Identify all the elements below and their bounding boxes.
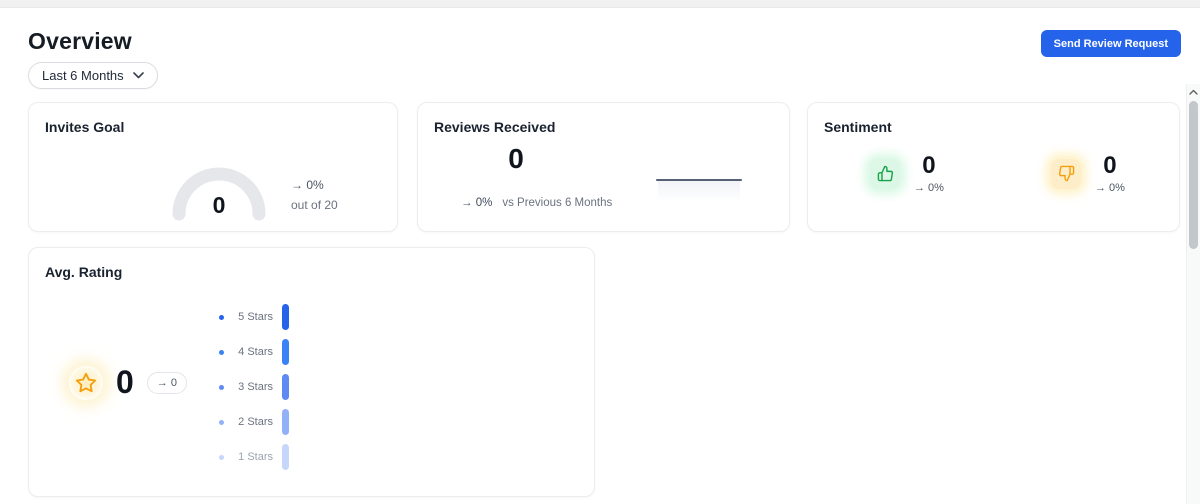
top-strip [0, 0, 1200, 8]
overview-page: Overview Last 6 Months Send Review Reque… [0, 0, 1200, 504]
reviews-received-card: Reviews Received 0 → 0% vs Previous 6 Mo… [417, 102, 790, 232]
reviews-sparkline-chart [656, 179, 742, 201]
avg-rating-stat: 0 → 0 [69, 364, 187, 401]
sentiment-negative-stats: 0 → 0% [1095, 152, 1125, 195]
sentiment-negative-change: → 0% [1095, 182, 1125, 195]
avg-rating-card: Avg. Rating 0 → 0 5 Stars 4 Stars 3 Star… [28, 247, 595, 497]
invites-goal-title: Invites Goal [45, 119, 125, 135]
invites-goal-value: 0 [212, 192, 226, 218]
reviews-received-value: 0 [508, 143, 524, 174]
scrollbar-thumb[interactable] [1189, 101, 1198, 249]
rating-bar [282, 444, 289, 470]
sentiment-positive-change: → 0% [914, 182, 944, 195]
scroll-up-button[interactable] [1187, 84, 1200, 100]
rating-row-2-stars: 2 Stars [219, 409, 289, 435]
send-review-request-button[interactable]: Send Review Request [1040, 30, 1181, 57]
sentiment-positive-value: 0 [922, 152, 936, 179]
reviews-received-title: Reviews Received [434, 119, 556, 135]
sentiment-negative-group: 0 → 0% [1051, 152, 1125, 195]
thumbs-up-icon [870, 158, 900, 189]
rating-label: 4 Stars [238, 346, 273, 358]
chevron-up-icon [1189, 89, 1198, 95]
legend-dot-icon [219, 454, 224, 460]
sentiment-negative-value: 0 [1103, 152, 1117, 179]
rating-label: 5 Stars [238, 311, 273, 323]
star-icon [69, 365, 103, 400]
sparkline-fill [658, 181, 740, 201]
legend-dot-icon [219, 384, 224, 390]
sentiment-card: Sentiment 0 → 0% 0 → 0% [807, 102, 1180, 232]
invites-goal-target: out of 20 [291, 198, 338, 212]
invites-goal-change: → 0% [291, 178, 324, 192]
rating-row-3-stars: 3 Stars [219, 374, 289, 400]
rating-breakdown-chart: 5 Stars 4 Stars 3 Stars 2 Stars 1 Stars [219, 304, 289, 479]
reviews-received-meta: → 0% vs Previous 6 Months [461, 197, 612, 209]
invites-goal-card: Invites Goal 0 → 0% out of 20 [28, 102, 398, 232]
vertical-scrollbar[interactable] [1186, 84, 1200, 504]
sentiment-positive-group: 0 → 0% [870, 152, 944, 195]
chevron-down-icon [132, 72, 144, 79]
rating-label: 3 Stars [238, 381, 273, 393]
legend-dot-icon [219, 349, 224, 355]
rating-row-1-stars: 1 Stars [219, 444, 289, 470]
rating-bar [282, 374, 289, 400]
invites-goal-gauge: 0 [169, 161, 269, 221]
avg-rating-title: Avg. Rating [45, 264, 123, 280]
rating-bar [282, 409, 289, 435]
date-range-filter-label: Last 6 Months [42, 68, 124, 83]
invites-goal-meta: → 0% out of 20 [291, 178, 338, 212]
reviews-received-comparison: vs Previous 6 Months [502, 197, 613, 209]
rating-row-4-stars: 4 Stars [219, 339, 289, 365]
legend-dot-icon [219, 314, 224, 320]
rating-label: 1 Stars [238, 451, 273, 463]
legend-dot-icon [219, 419, 224, 425]
rating-row-5-stars: 5 Stars [219, 304, 289, 330]
rating-label: 2 Stars [238, 416, 273, 428]
reviews-received-change: → 0% [461, 197, 493, 209]
rating-bar [282, 304, 289, 330]
avg-rating-value: 0 [116, 364, 134, 400]
sentiment-positive-stats: 0 → 0% [914, 152, 944, 195]
page-title: Overview [28, 28, 132, 54]
rating-bar [282, 339, 289, 365]
avg-rating-change-badge: → 0 [146, 371, 187, 394]
thumbs-down-icon [1051, 158, 1081, 189]
sentiment-title: Sentiment [824, 119, 892, 135]
date-range-filter[interactable]: Last 6 Months [28, 62, 158, 89]
